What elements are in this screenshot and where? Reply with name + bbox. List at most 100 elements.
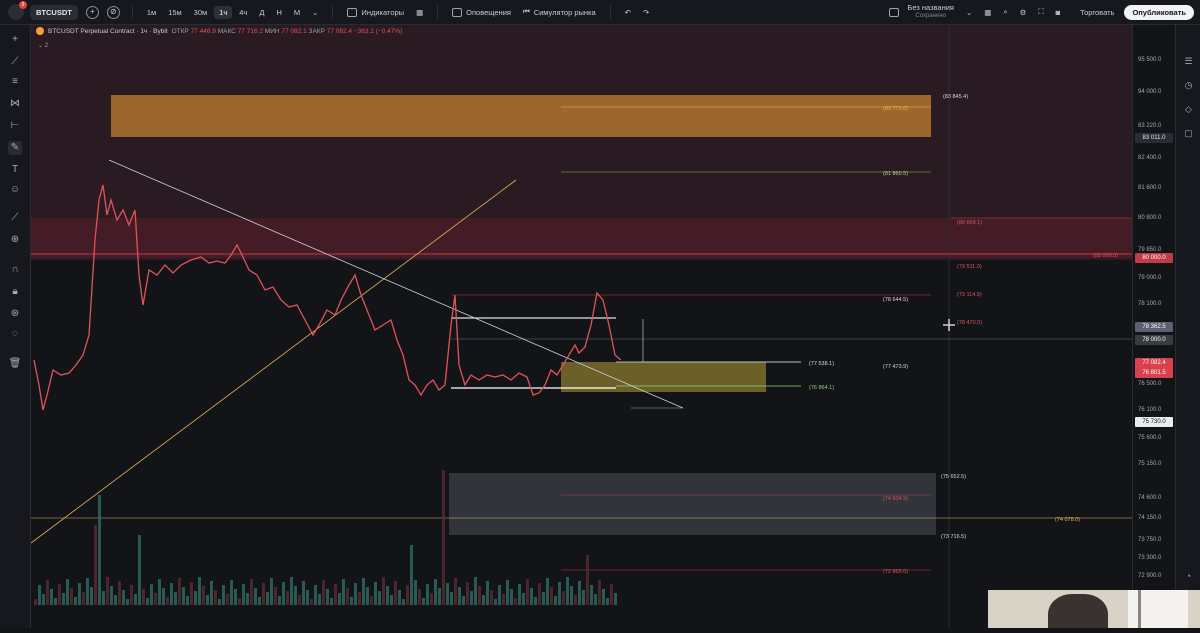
projection-icon[interactable]: ⊢ — [8, 119, 22, 133]
volume-bar — [430, 593, 433, 605]
watchlist-icon[interactable]: ☰ — [1182, 55, 1195, 68]
gear-icon[interactable]: ⚙ — [1016, 6, 1031, 19]
layers-icon[interactable]: ◇ — [1182, 103, 1195, 116]
volume-bar — [134, 594, 137, 605]
replay-button[interactable]: ⏮ Симулятор рынка — [519, 5, 600, 19]
price-tick: 74 600.0 — [1138, 495, 1162, 501]
magnet-icon[interactable]: ∩ — [8, 263, 22, 277]
open-value: 77 446.9 — [190, 27, 216, 35]
alerts-button[interactable]: Оповещения — [448, 6, 515, 19]
volume-bar — [450, 592, 453, 605]
price-tick: 75 150.0 — [1138, 461, 1162, 467]
fullscreen-icon[interactable]: ⛶ — [1034, 5, 1047, 19]
zone-label: (80 000.0) — [1093, 253, 1118, 259]
ruler-icon[interactable]: ⟋ — [8, 211, 22, 225]
chevron-down-icon[interactable]: ⌄ — [308, 6, 322, 19]
volume-bar — [566, 577, 569, 605]
pattern-icon[interactable]: ⋈ — [8, 97, 22, 111]
symbol-search[interactable]: BTCUSDT — [30, 4, 78, 20]
timeframe-7[interactable]: М — [289, 6, 305, 19]
timeframe-2[interactable]: 30м — [189, 6, 213, 19]
price-label: 76 801.5 — [1135, 368, 1173, 378]
legend-collapse[interactable]: ⌄ 2 — [38, 42, 48, 49]
volume-bar — [102, 591, 105, 605]
alerts-label: Оповещения — [466, 7, 511, 17]
grid-layout-icon[interactable]: ▦ — [980, 6, 995, 19]
volume-bar — [338, 593, 341, 605]
volume-bar — [426, 584, 429, 605]
compare-icon[interactable]: ⊘ — [106, 5, 120, 19]
volume-bar — [490, 590, 493, 605]
bell-icon[interactable]: ◔ — [1182, 570, 1195, 583]
chart-pane[interactable]: (83 772.0) (83 845.4) (81 860.5) (80 669.1)… — [30, 25, 1132, 628]
zone-label: (81 860.5) — [883, 171, 908, 177]
trade-button[interactable]: Торговать — [1080, 8, 1114, 17]
volume-bar — [310, 599, 313, 605]
trash-icon[interactable]: 🗑︎ — [8, 357, 22, 371]
timeframe-5[interactable]: Д — [254, 6, 269, 19]
price-label: 78 000.0 — [1135, 335, 1173, 345]
trend-line-icon[interactable]: ⟋ — [8, 55, 22, 69]
publish-button[interactable]: Опубликовать — [1124, 4, 1194, 20]
hide-icon[interactable]: ◌ — [8, 327, 22, 341]
timeframe-0[interactable]: 1м — [142, 6, 161, 19]
price-label: 80 000.0 — [1135, 253, 1173, 263]
fib-icon[interactable]: ≡ — [8, 75, 22, 89]
volume-bar — [162, 588, 165, 605]
price-tick: 80 800.0 — [1138, 215, 1162, 221]
volume-bar — [374, 582, 377, 605]
timeframe-4[interactable]: 4ч — [234, 6, 252, 19]
timeframe-3[interactable]: 1ч — [214, 5, 233, 19]
text-icon[interactable]: T — [8, 163, 22, 177]
redo-icon[interactable]: ↷ — [639, 6, 653, 19]
volume-bar — [70, 588, 73, 605]
volume-bar — [334, 584, 337, 605]
volume-bar — [226, 594, 229, 605]
chart-canvas[interactable]: (83 772.0) (83 845.4) (81 860.5) (80 669.1)… — [30, 25, 1132, 628]
price-label: 83 011.0 — [1135, 133, 1173, 143]
layout-icon[interactable] — [889, 7, 900, 17]
clock-icon[interactable]: ◷ — [1182, 79, 1195, 92]
volume-bar — [318, 594, 321, 605]
volume-bar — [82, 592, 85, 605]
volume-bar — [302, 581, 305, 605]
volume-bar — [414, 580, 417, 605]
camera-icon[interactable]: ◙ — [1052, 6, 1065, 19]
timeframe-6[interactable]: Н — [271, 6, 286, 19]
volume-bar — [558, 582, 561, 605]
volume-bar — [126, 599, 129, 605]
zone-label: (74 604.9) — [883, 496, 908, 502]
volume-bar — [270, 578, 273, 605]
zoom-icon[interactable]: ⊕ — [8, 233, 22, 247]
price-axis[interactable]: 95 500.0 94 000.0 83 220.0 82 400.0 81 600.0… — [1132, 25, 1176, 628]
volume-bar — [50, 589, 53, 605]
logo[interactable]: 9 — [0, 0, 30, 24]
indicators-button[interactable]: Индикаторы — [343, 6, 408, 19]
brush-icon[interactable]: ✎ — [8, 141, 22, 155]
chevron-down-icon[interactable]: ⌄ — [962, 6, 976, 19]
lock-icon[interactable]: 🔒︎ — [8, 285, 22, 299]
volume-bar — [166, 597, 169, 605]
volume-bar — [266, 592, 269, 605]
close-label: ЗАКР — [308, 27, 325, 35]
chat-icon[interactable]: ▢ — [1182, 127, 1195, 140]
volume-bar — [526, 579, 529, 605]
volume-bar — [370, 596, 373, 605]
timeframe-1[interactable]: 15м — [163, 6, 187, 19]
add-symbol-icon[interactable]: + — [85, 5, 99, 19]
templates-icon[interactable]: ▦ — [412, 6, 427, 19]
eye-icon[interactable]: ⊛ — [8, 307, 22, 321]
volume-bar — [290, 577, 293, 605]
volume-bar — [198, 577, 201, 605]
quick-search-icon[interactable]: ⌕ — [999, 5, 1011, 19]
volume-bar — [542, 592, 545, 605]
smile-icon[interactable]: ☺ — [8, 183, 22, 197]
layout-name[interactable]: Без названия Сохранено — [907, 0, 954, 24]
timeframe-group: 1м 15м 30м 1ч 4ч Д Н М — [141, 0, 306, 24]
avatar[interactable]: 9 — [8, 1, 27, 20]
volume-bar — [590, 585, 593, 605]
price-label: 77 082.4 — [1135, 358, 1173, 368]
undo-icon[interactable]: ↶ — [621, 6, 635, 19]
volume-bar — [138, 535, 141, 605]
cross-icon[interactable]: + — [8, 33, 22, 47]
